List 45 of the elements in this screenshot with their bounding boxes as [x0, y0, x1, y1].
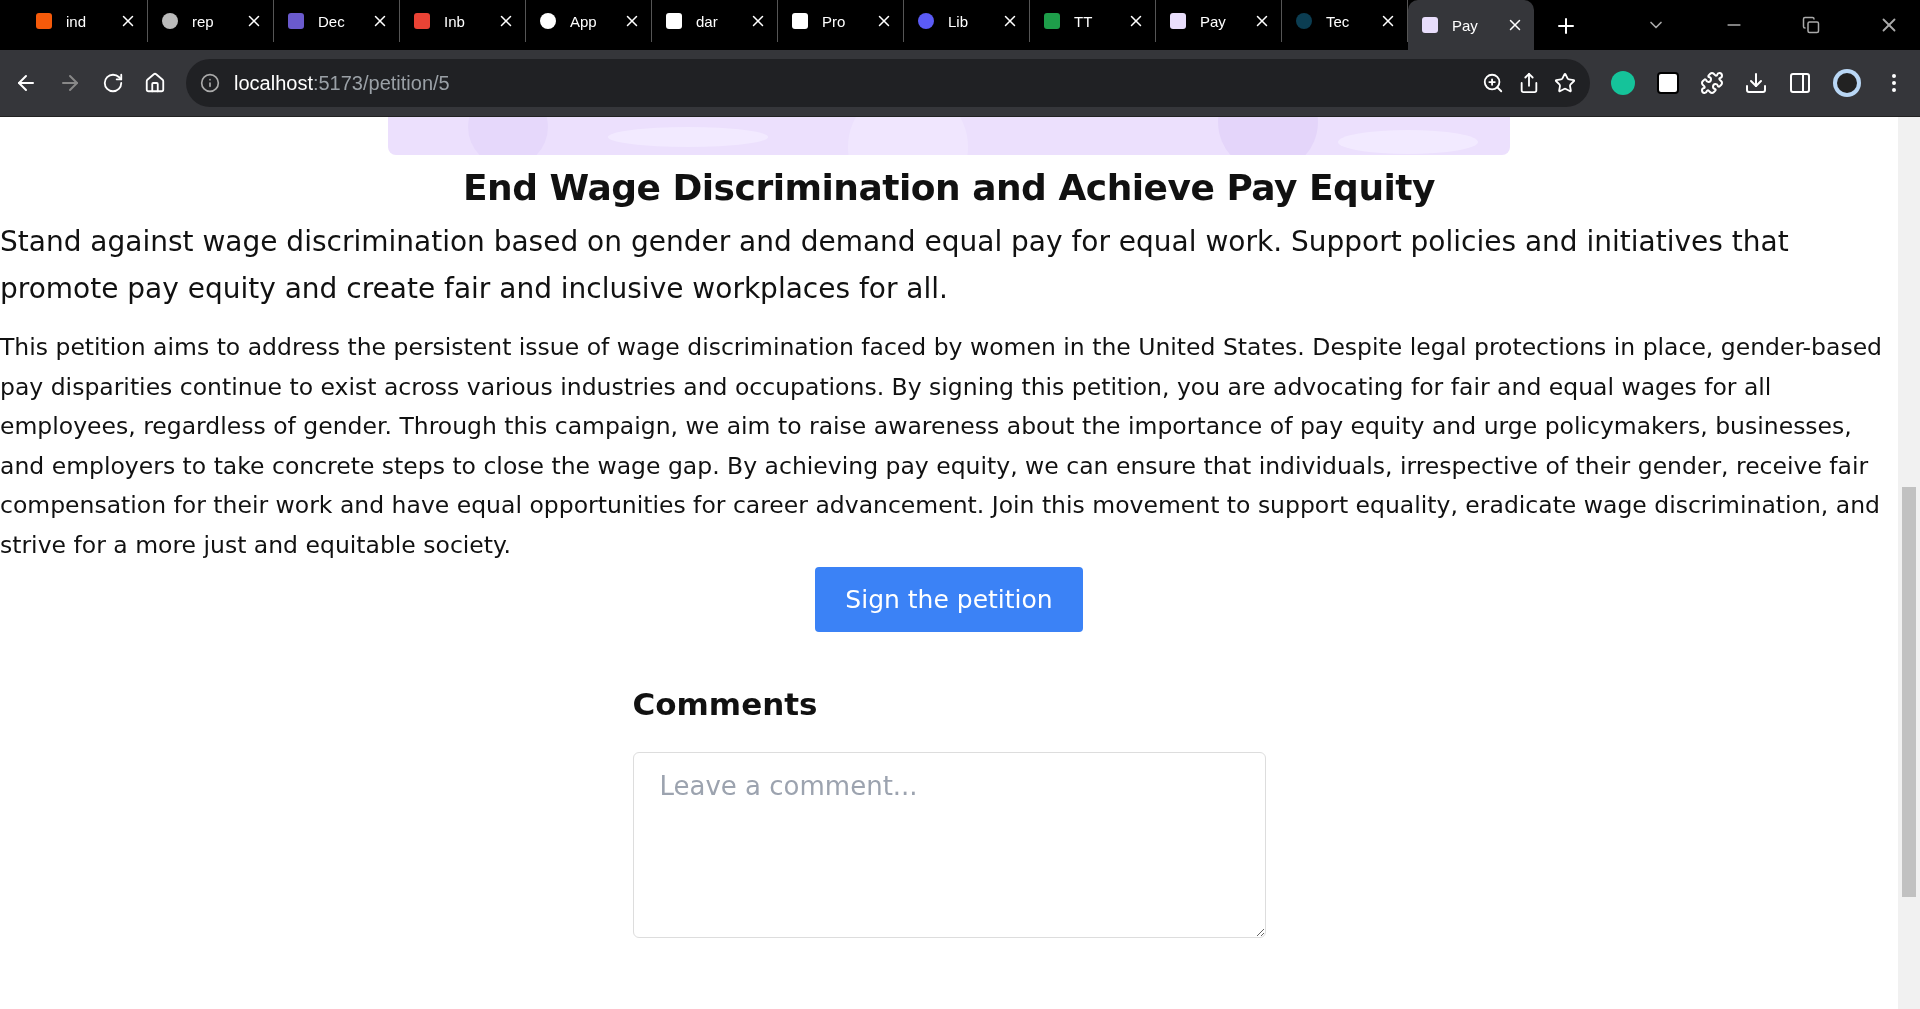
- side-panel-icon[interactable]: [1788, 71, 1812, 95]
- favicon-icon: [1294, 11, 1314, 31]
- browser-tab[interactable]: App: [526, 0, 652, 42]
- browser-tab[interactable]: Lib: [904, 0, 1030, 42]
- url-text: localhost:5173/petition/5: [234, 71, 451, 95]
- petition-summary: Stand against wage discrimination based on gender and demand equal pay for equal work. Support policies and initiatives that promote pay equity and create fair and inclusive workplaces for all.: [0, 224, 1790, 307]
- browser-tab[interactable]: rep: [148, 0, 274, 42]
- petition-description: This petition aims to address the persistent issue of wage discrimination faced by women in the United States. Despite legal protections in place, gender-based pay disparities continue to exist across various industries and occupations. By signing this petition, you are advocating for fair and equal wages for all employees, regardless of gender. Through this campaign, we aim to raise awareness about the importance of pay equity and urge policymakers, businesses, and employers to take concrete steps to close the wage gap. By achieving pay equity, we can ensure that individuals, irrespective of their gender, receive fair compensation for their work and have equal opportunities for career advancement. Join this movement to support equality, eradicate wage discrimination, and strive for a more just and equitable society.: [0, 332, 1884, 561]
- zoom-icon[interactable]: [1482, 72, 1504, 94]
- browser-tab[interactable]: Tec: [1282, 0, 1408, 42]
- favicon-icon: [664, 11, 684, 31]
- restore-icon[interactable]: [1802, 16, 1820, 34]
- scrollbar[interactable]: [1898, 117, 1920, 1009]
- favicon-icon: [790, 11, 810, 31]
- petition-title: End Wage Discrimination and Achieve Pay Equity: [462, 167, 1436, 208]
- comment-field[interactable]: Leave a comment...: [632, 752, 1266, 938]
- avatar-icon[interactable]: [1832, 68, 1862, 98]
- favicon-icon: [34, 11, 54, 31]
- share-icon[interactable]: [1518, 72, 1540, 94]
- favicon-icon: [916, 11, 936, 31]
- comments-heading: Comments: [632, 686, 819, 722]
- favicon-icon: [1042, 11, 1062, 31]
- favicon-icon: [286, 11, 306, 31]
- favicon-icon: [160, 11, 180, 31]
- browser-tab[interactable]: Pay: [1156, 0, 1282, 42]
- reload-icon[interactable]: [102, 72, 124, 94]
- favicon-icon: [538, 11, 558, 31]
- browser-tab[interactable]: Inb: [400, 0, 526, 42]
- download-icon[interactable]: [1744, 71, 1768, 95]
- browser-tab[interactable]: dar: [652, 0, 778, 42]
- browser-tab[interactable]: Dec: [274, 0, 400, 42]
- browser-tab[interactable]: TT: [1030, 0, 1156, 42]
- browser-tab[interactable]: Pay: [1408, 0, 1534, 50]
- star-icon[interactable]: [1554, 72, 1576, 94]
- browser-tab[interactable]: ind: [22, 0, 148, 42]
- home-icon[interactable]: [144, 72, 166, 94]
- sign-button[interactable]: Sign the petition: [815, 567, 1083, 632]
- address-bar[interactable]: localhost:5173/petition/5: [186, 59, 1590, 107]
- extension-icon[interactable]: [1656, 71, 1680, 95]
- favicon-icon: [412, 11, 432, 31]
- favicon-icon: [1420, 15, 1440, 35]
- puzzle-icon[interactable]: [1700, 71, 1724, 95]
- info-icon[interactable]: [200, 73, 220, 93]
- browser-tab[interactable]: Pro: [778, 0, 904, 42]
- favicon-icon: [1168, 11, 1188, 31]
